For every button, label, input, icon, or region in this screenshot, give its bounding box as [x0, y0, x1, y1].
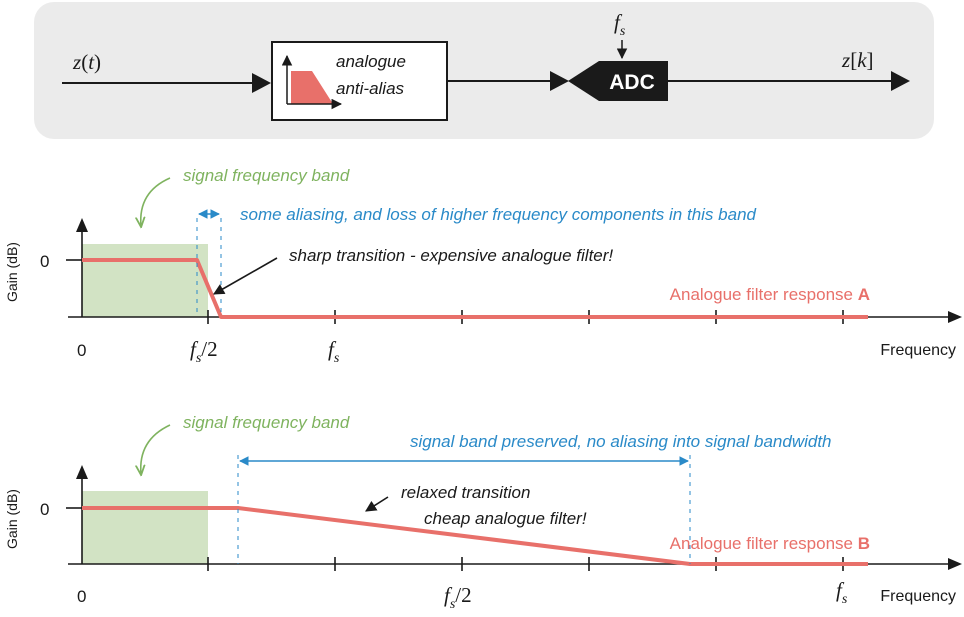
input-signal-label: z(t)	[72, 50, 101, 74]
plot-a-x-arrowhead	[948, 311, 962, 323]
plot-a-transition-pointer	[213, 257, 278, 295]
plot-a-transition-note: sharp transition - expensive analogue fi…	[289, 246, 613, 265]
plot-b-response-label: Analogue filter response B	[670, 534, 870, 553]
plot-a-band-pointer	[141, 177, 171, 226]
filter-label-line2: anti-alias	[336, 79, 405, 98]
plot-b-x-axis-label: Frequency	[880, 588, 956, 605]
plot-a-x-axis-label: Frequency	[880, 342, 956, 359]
block-diagram-panel	[34, 2, 934, 139]
plot-b-y-tick-zero-label: 0	[40, 500, 49, 519]
plot-b-transition-note-line1: relaxed transition	[401, 483, 530, 502]
plot-b-preserved-note: signal band preserved, no aliasing into …	[410, 432, 832, 451]
plot-a-y-axis-label: Gain (dB)	[4, 242, 20, 302]
plot-a-alias-note: some aliasing, and loss of higher freque…	[240, 205, 757, 224]
filter-label-line1: analogue	[336, 52, 406, 71]
plot-a-x-tick-zero-label: 0	[77, 341, 86, 360]
plot-b-transition-pointer	[365, 496, 389, 512]
plot-b-sampling-label: fs	[836, 578, 848, 607]
output-signal-label: z[k]	[841, 48, 874, 72]
anti-alias-diagram: z(t) analogue anti-alias ADC fs z[k] Gai…	[4, 2, 962, 612]
plot-b-x-tick-zero-label: 0	[77, 587, 86, 606]
plot-b-y-arrowhead	[76, 465, 88, 479]
plot-b-transition-note-line2: cheap analogue filter!	[424, 509, 587, 528]
block-diagram: z(t) analogue anti-alias ADC fs z[k]	[34, 2, 934, 139]
adc-label: ADC	[609, 71, 655, 94]
plot-a-sampling-label: fs	[328, 337, 340, 366]
plot-b-y-axis-label: Gain (dB)	[4, 489, 20, 549]
signal-band-region-a	[82, 244, 208, 317]
plot-b-x-arrowhead	[948, 558, 962, 570]
plot-a-y-arrowhead	[76, 218, 88, 232]
plot-b-half-sampling-label: fs/2	[444, 583, 472, 612]
plot-a-response-label: Analogue filter response A	[670, 285, 870, 304]
plot-b: Gain (dB) 0 0 fs/2 fs Frequency signal f…	[4, 413, 962, 612]
plot-a-band-label: signal frequency band	[183, 166, 350, 185]
plot-a: Gain (dB) 0 0 fs/2 fs Frequency signal f…	[4, 166, 962, 366]
plot-a-y-tick-zero-label: 0	[40, 252, 49, 271]
plot-b-band-pointer	[141, 424, 171, 474]
signal-band-region-b	[82, 491, 208, 564]
plot-b-band-label: signal frequency band	[183, 413, 350, 432]
plot-a-half-sampling-label: fs/2	[190, 337, 218, 366]
